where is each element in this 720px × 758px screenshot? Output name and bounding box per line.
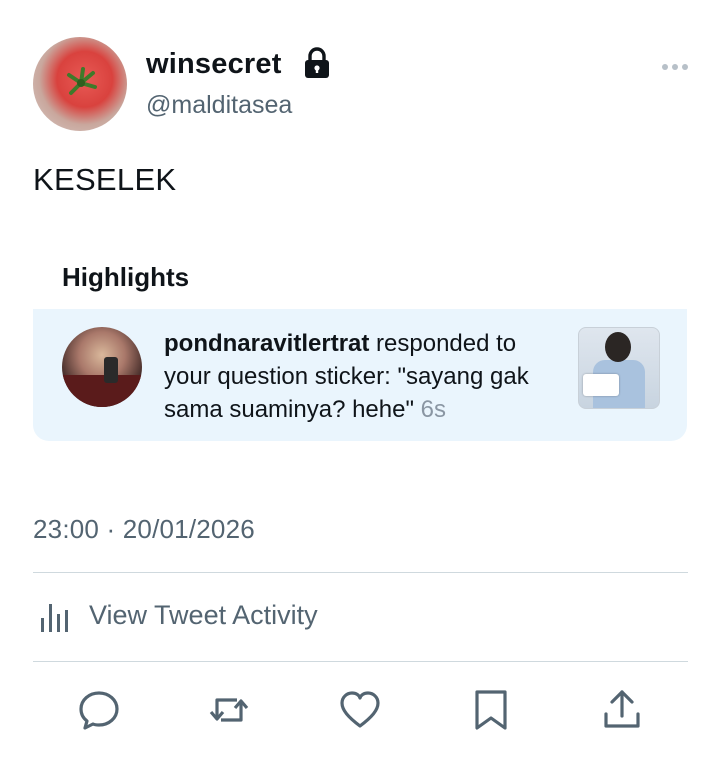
share-icon <box>604 690 640 728</box>
highlight-username[interactable]: pondnaravitlertrat <box>164 330 369 357</box>
share-button[interactable] <box>600 688 644 732</box>
bookmark-icon <box>475 690 507 730</box>
more-horizontal-icon[interactable] <box>660 60 690 74</box>
highlights-title: Highlights <box>62 262 190 292</box>
view-tweet-activity-label: View Tweet Activity <box>89 600 318 630</box>
divider <box>33 661 688 662</box>
analytics-bars-icon <box>41 604 68 632</box>
heart-icon <box>340 691 380 728</box>
retweet-button[interactable] <box>207 688 251 732</box>
highlight-time: 6s <box>420 396 447 423</box>
tweet-text: KESELEK <box>33 162 177 197</box>
lock-icon <box>305 47 329 78</box>
handle[interactable]: @malditasea <box>146 91 292 120</box>
like-button[interactable] <box>338 688 382 732</box>
tweet-timestamp: 23:00 · 20/01/2026 <box>33 514 255 544</box>
reply-bubble-icon <box>79 691 119 730</box>
display-name[interactable]: winsecret <box>146 48 282 81</box>
avatar[interactable] <box>33 37 127 131</box>
tomato-stem-icon <box>67 67 97 95</box>
highlight-user-avatar[interactable] <box>62 327 142 407</box>
retweet-icon <box>209 698 249 722</box>
story-thumbnail[interactable] <box>578 327 660 409</box>
reply-button[interactable] <box>77 688 121 732</box>
divider <box>33 572 688 573</box>
bookmark-button[interactable] <box>469 688 513 732</box>
highlight-message: pondnaravitlertrat responded to your que… <box>164 327 564 426</box>
